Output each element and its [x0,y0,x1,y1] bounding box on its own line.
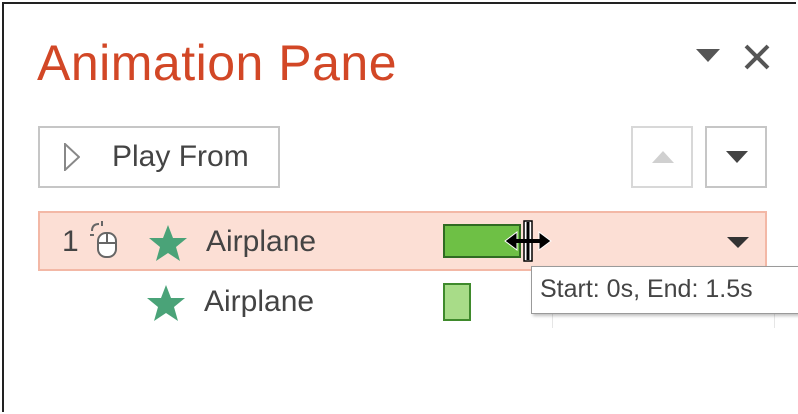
pane-options-dropdown-icon[interactable] [696,49,720,63]
timeline-bar[interactable] [443,283,471,321]
animation-pane: Animation Pane Play From 1 Airplane Airp… [2,2,798,412]
play-icon [64,143,80,171]
move-later-button[interactable] [705,126,767,188]
item-dropdown-icon[interactable] [727,237,749,249]
resize-cursor-icon [504,220,552,262]
move-earlier-button[interactable] [631,126,693,188]
pane-title: Animation Pane [37,35,398,91]
star-icon [149,225,187,261]
arrow-up-icon [652,151,674,163]
animation-list-item[interactable]: 1 Airplane [38,211,767,271]
timing-tooltip: Start: 0s, End: 1.5s [531,266,798,314]
play-from-button[interactable]: Play From [38,126,280,188]
animation-label: Airplane [204,285,315,318]
animation-order-number: 1 [62,225,79,258]
play-from-label: Play From [112,140,249,173]
star-icon [147,285,185,321]
close-icon[interactable] [742,42,772,72]
mouse-click-icon [90,221,117,258]
animation-label: Airplane [206,225,317,258]
arrow-down-icon [726,151,748,163]
